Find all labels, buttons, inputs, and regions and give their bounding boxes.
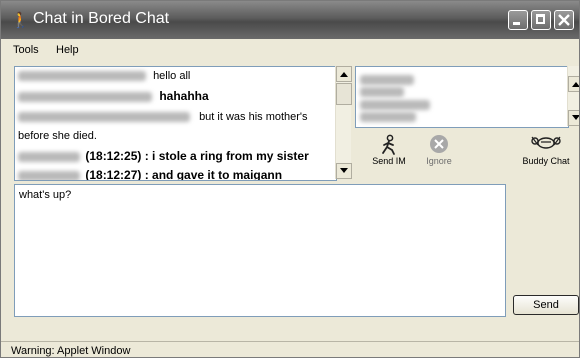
redacted-user[interactable] xyxy=(360,87,404,97)
scroll-up-button[interactable] xyxy=(336,66,352,82)
send-im-button[interactable]: Send IM xyxy=(367,131,411,166)
redacted-sender xyxy=(18,112,190,123)
message-input[interactable]: what's up? xyxy=(14,184,506,317)
send-im-label: Send IM xyxy=(372,156,406,166)
menu-bar: Tools Help xyxy=(1,39,579,61)
chat-line: (18:12:27) : and gave it to maigann xyxy=(18,168,282,180)
chat-line: hello all xyxy=(18,70,190,82)
scroll-thumb[interactable] xyxy=(336,83,352,105)
scroll-down-button[interactable] xyxy=(568,110,579,126)
user-list[interactable] xyxy=(355,66,569,128)
close-button[interactable] xyxy=(554,10,574,30)
redacted-user[interactable] xyxy=(360,112,416,122)
chat-line: (18:12:25) : i stole a ring from my sist… xyxy=(18,149,309,163)
buddy-chat-label: Buddy Chat xyxy=(522,156,570,166)
window-title: Chat in Bored Chat xyxy=(33,10,170,27)
close-icon xyxy=(558,14,570,26)
menu-help[interactable]: Help xyxy=(56,44,79,56)
buddy-chat-icon xyxy=(531,136,561,149)
chat-window: 🚶 Chat in Bored Chat Tools Help hello al… xyxy=(0,0,580,358)
redacted-sender xyxy=(18,151,80,162)
redacted-user[interactable] xyxy=(360,75,414,85)
buddy-chat-button[interactable]: Buddy Chat xyxy=(515,131,577,166)
chat-scrollbar[interactable] xyxy=(335,66,352,179)
status-bar: Warning: Applet Window xyxy=(1,341,579,357)
minimize-button[interactable] xyxy=(508,10,528,30)
maximize-button[interactable] xyxy=(531,10,551,30)
ignore-button[interactable]: Ignore xyxy=(417,131,461,166)
redacted-sender xyxy=(18,170,80,180)
arrow-down-icon xyxy=(572,115,579,120)
arrow-up-icon xyxy=(572,82,579,87)
tool-panel: Send IM Ignore Buddy Chat xyxy=(355,131,579,179)
chat-line: hahahha xyxy=(18,89,209,103)
send-button[interactable]: Send xyxy=(513,295,579,315)
user-list-scrollbar[interactable] xyxy=(567,66,579,126)
running-man-icon xyxy=(382,134,395,155)
message-text: what's up? xyxy=(19,189,72,201)
redacted-user[interactable] xyxy=(360,100,430,110)
chat-line: before she died. xyxy=(18,130,97,142)
arrow-up-icon xyxy=(340,72,348,77)
ignore-label: Ignore xyxy=(426,156,452,166)
chat-log[interactable]: hello all hahahha but it was his mother'… xyxy=(14,66,337,181)
redacted-sender xyxy=(18,91,152,102)
arrow-down-icon xyxy=(340,168,348,173)
scroll-up-button[interactable] xyxy=(568,76,579,92)
title-bar[interactable]: 🚶 Chat in Bored Chat xyxy=(1,1,579,39)
scroll-down-button[interactable] xyxy=(336,163,352,179)
menu-tools[interactable]: Tools xyxy=(13,44,39,56)
status-text: Warning: Applet Window xyxy=(11,345,131,357)
redacted-sender xyxy=(18,71,146,82)
person-icon: 🚶 xyxy=(11,11,30,29)
chat-line: but it was his mother's xyxy=(18,111,308,123)
ignore-icon xyxy=(430,135,448,153)
